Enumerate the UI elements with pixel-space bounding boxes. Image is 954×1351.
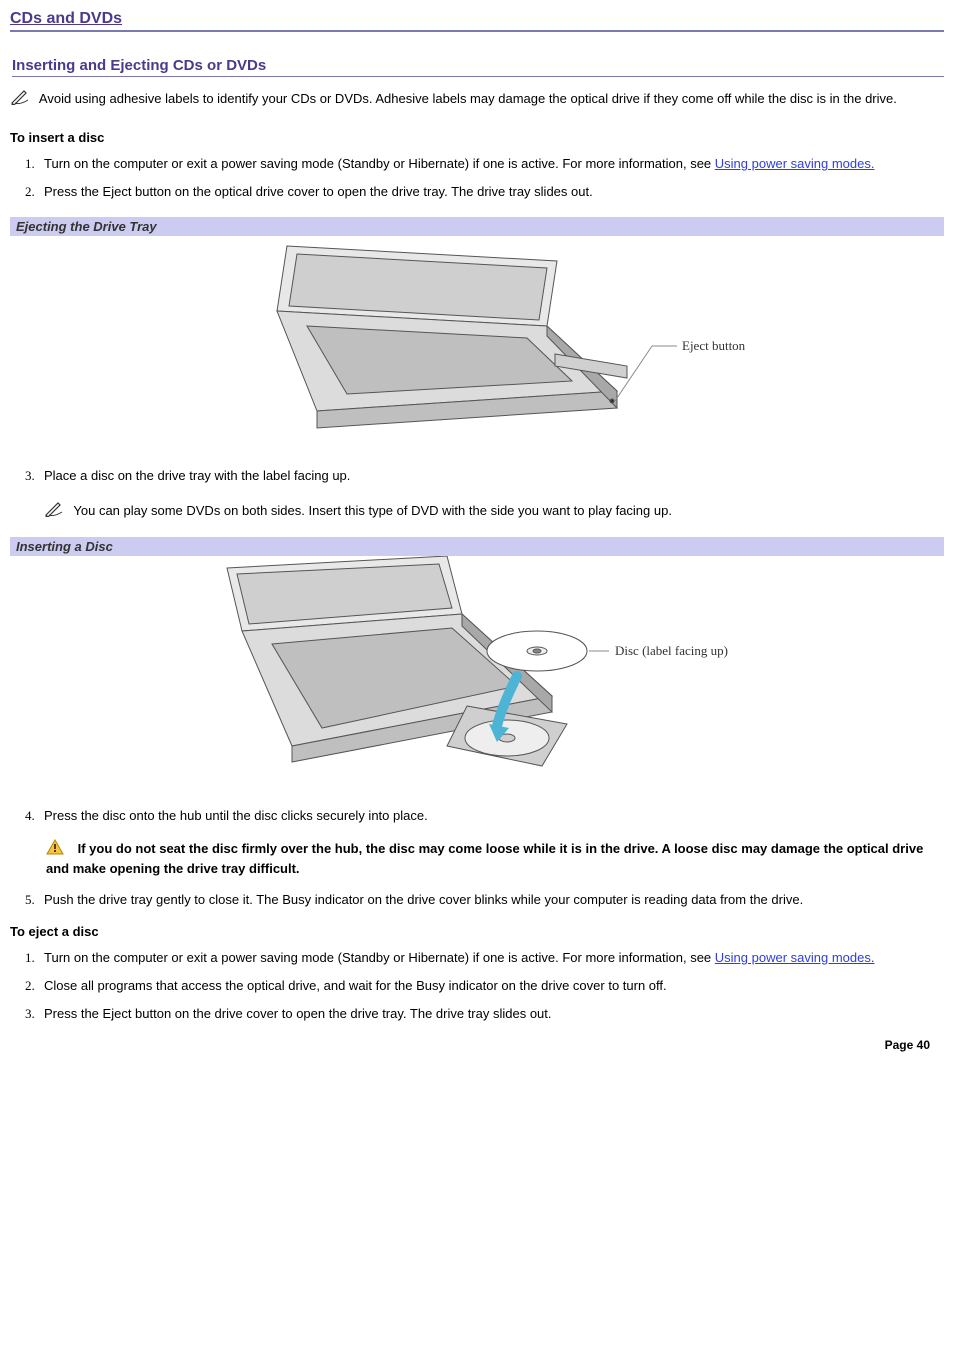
insert-step-1-text: Turn on the computer or exit a power sav…: [44, 156, 715, 171]
seat-disc-caution-text: If you do not seat the disc firmly over …: [46, 841, 923, 876]
pencil-note-icon: [44, 501, 66, 522]
dvd-both-sides-note: You can play some DVDs on both sides. In…: [44, 501, 944, 522]
warning-icon: [46, 839, 64, 860]
page-title: CDs and DVDs: [10, 10, 944, 32]
page-number: Page 40: [885, 1038, 930, 1052]
eject-heading: To eject a disc: [10, 924, 944, 939]
insert-step-4: Press the disc onto the hub until the di…: [38, 807, 944, 879]
eject-step-3: Press the Eject button on the drive cove…: [38, 1005, 944, 1023]
figure-1-label: Eject button: [682, 338, 746, 353]
section-heading: Inserting and Ejecting CDs or DVDs: [12, 57, 944, 77]
insert-step-1: Turn on the computer or exit a power sav…: [38, 155, 944, 173]
eject-step-2: Close all programs that access the optic…: [38, 977, 944, 995]
insert-step-3: Place a disc on the drive tray with the …: [38, 467, 944, 522]
dvd-both-sides-text: You can play some DVDs on both sides. In…: [73, 503, 672, 518]
insert-step-5: Push the drive tray gently to close it. …: [38, 891, 944, 909]
link-power-saving-modes-2[interactable]: Using power saving modes.: [715, 950, 875, 965]
link-power-saving-modes-1[interactable]: Using power saving modes.: [715, 156, 875, 171]
insert-step-3-text: Place a disc on the drive tray with the …: [44, 468, 350, 483]
pencil-note-icon: [10, 89, 32, 110]
figure-1: Eject button: [10, 236, 944, 449]
eject-step-1: Turn on the computer or exit a power sav…: [38, 949, 944, 967]
adhesive-note: Avoid using adhesive labels to identify …: [10, 89, 944, 110]
insert-step-4-text: Press the disc onto the hub until the di…: [44, 808, 428, 823]
insert-step-2: Press the Eject button on the optical dr…: [38, 183, 944, 201]
eject-step-1-text: Turn on the computer or exit a power sav…: [44, 950, 715, 965]
figure-2-label: Disc (label facing up): [615, 643, 728, 658]
figure-1-title: Ejecting the Drive Tray: [10, 217, 944, 236]
insert-heading: To insert a disc: [10, 130, 944, 145]
figure-2-title: Inserting a Disc: [10, 537, 944, 556]
seat-disc-caution: If you do not seat the disc firmly over …: [46, 839, 944, 878]
figure-2: Disc (label facing up): [10, 556, 944, 789]
adhesive-note-text: Avoid using adhesive labels to identify …: [39, 91, 897, 106]
